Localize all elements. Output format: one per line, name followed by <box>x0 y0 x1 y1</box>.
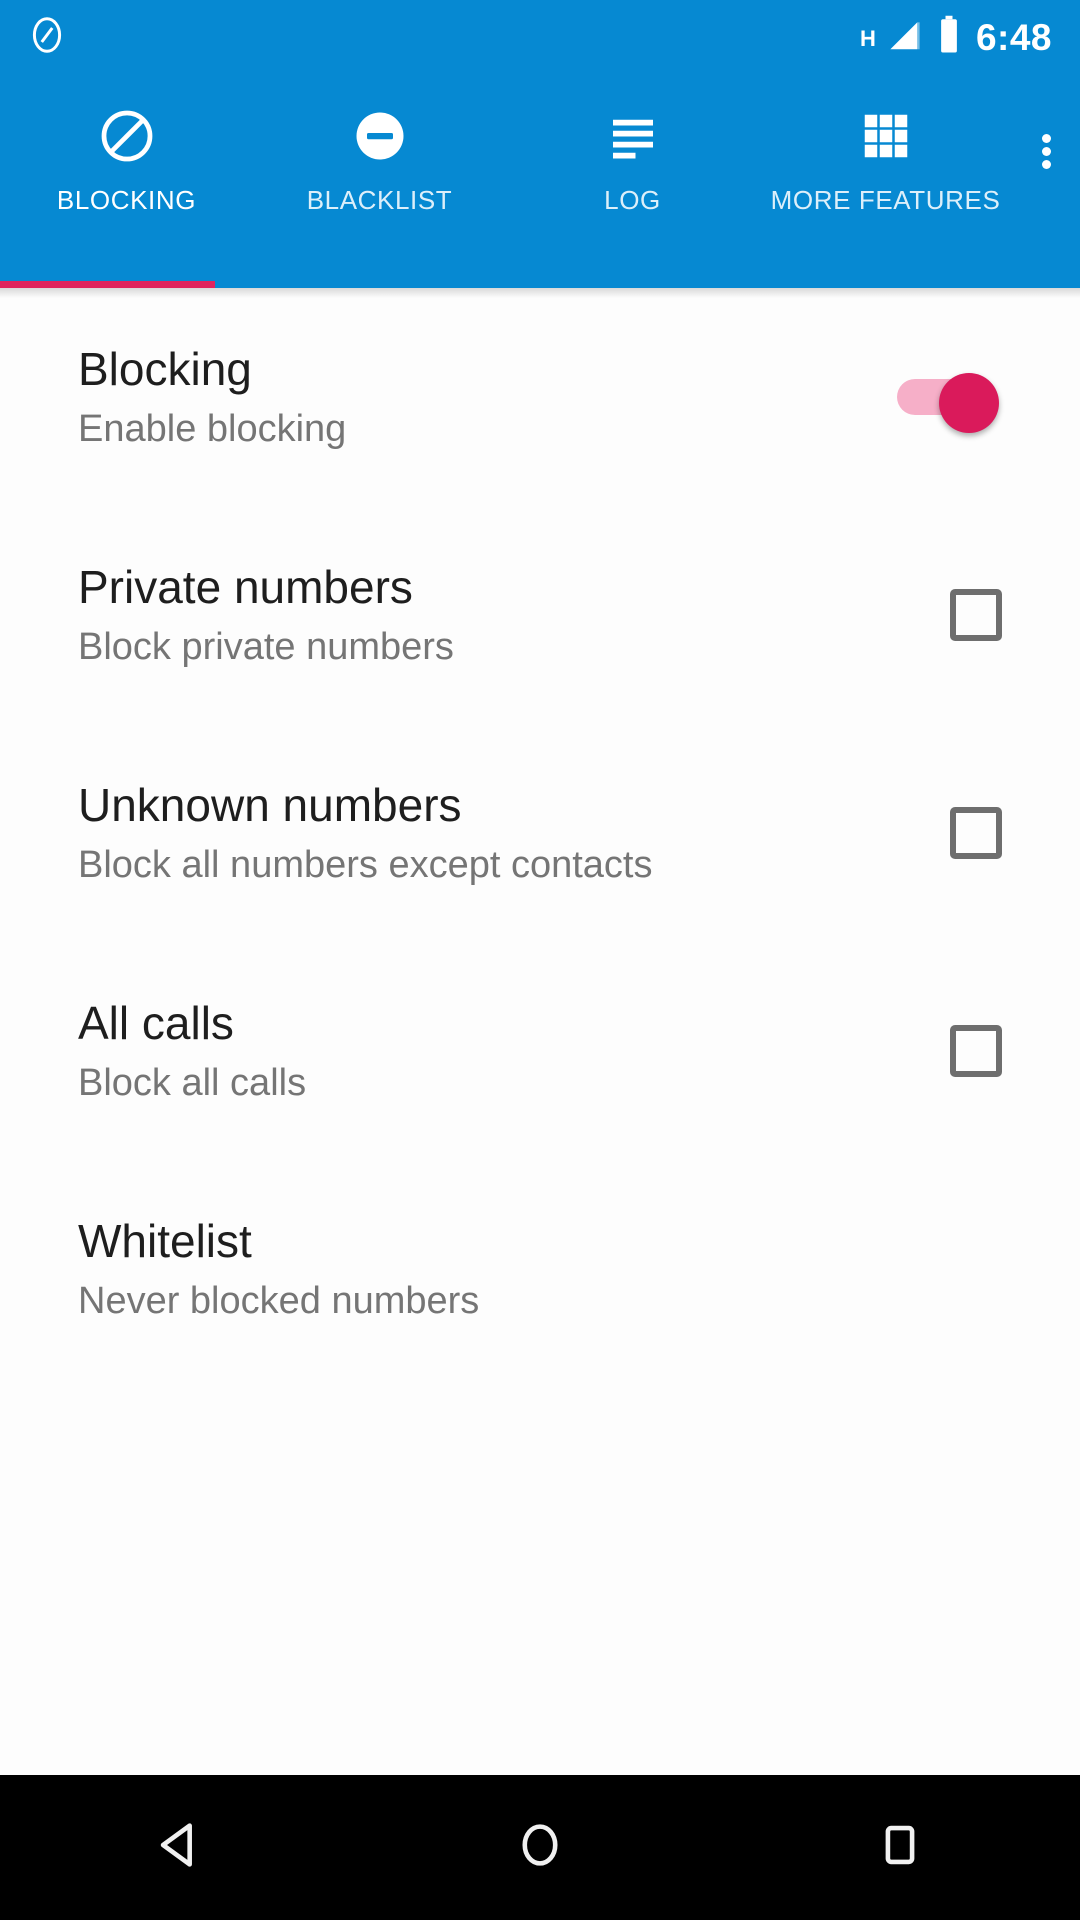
minus-circle-icon <box>350 103 410 169</box>
settings-row-subtitle: Enable blocking <box>78 407 347 450</box>
tab-label-blacklist: BLACKLIST <box>306 185 453 215</box>
overflow-dot <box>1041 147 1051 156</box>
tab-bar: BLOCKING BLACKLIST LOG MORE FEATURES <box>0 75 1080 288</box>
tab-label-more-features: MORE FEATURES <box>770 185 1001 215</box>
settings-row-control <box>950 1025 1002 1077</box>
switch-thumb <box>939 373 999 433</box>
overflow-dot <box>1041 160 1051 169</box>
settings-row-text: Whitelist Never blocked numbers <box>78 1215 978 1324</box>
settings-row-blocking[interactable]: Blocking Enable blocking <box>0 288 1080 506</box>
all-calls-checkbox[interactable] <box>950 1025 1002 1077</box>
network-type-label: H <box>860 26 876 51</box>
settings-row-private-numbers[interactable]: Private numbers Block private numbers <box>0 506 1080 724</box>
settings-row-text: Private numbers Block private numbers <box>78 561 926 670</box>
grid-apps-icon <box>856 103 916 169</box>
settings-row-subtitle: Never blocked numbers <box>78 1279 480 1322</box>
system-navigation-bar <box>0 1775 1080 1920</box>
settings-row-all-calls[interactable]: All calls Block all calls <box>0 942 1080 1160</box>
settings-row-unknown-numbers[interactable]: Unknown numbers Block all numbers except… <box>0 724 1080 942</box>
tab-blacklist[interactable]: BLACKLIST <box>253 75 506 288</box>
tab-active-indicator <box>0 281 215 288</box>
signal-bars-icon <box>884 15 922 60</box>
unknown-numbers-checkbox[interactable] <box>950 807 1002 859</box>
nav-recents-button[interactable] <box>720 1816 1080 1879</box>
home-circle-icon <box>511 1816 569 1879</box>
settings-row-title: All calls <box>78 996 234 1049</box>
tab-list: BLOCKING BLACKLIST LOG MORE FEATURES <box>0 75 1012 288</box>
settings-list: Blocking Enable blocking Private numbers… <box>0 288 1080 1775</box>
tab-more-features[interactable]: MORE FEATURES <box>759 75 1012 288</box>
circle-slash-icon <box>97 103 157 169</box>
battery-full-icon <box>936 14 962 61</box>
blocking-toggle-switch[interactable] <box>897 373 1002 433</box>
settings-row-control <box>897 373 1002 433</box>
settings-row-whitelist[interactable]: Whitelist Never blocked numbers <box>0 1160 1080 1378</box>
recents-square-icon <box>871 1816 929 1879</box>
settings-row-subtitle: Block private numbers <box>78 625 454 668</box>
settings-row-title: Private numbers <box>78 560 413 613</box>
settings-row-title: Unknown numbers <box>78 778 462 831</box>
settings-row-title: Blocking <box>78 342 252 395</box>
nav-home-button[interactable] <box>360 1816 720 1879</box>
overflow-dot <box>1041 134 1051 143</box>
settings-row-subtitle: Block all numbers except contacts <box>78 843 653 886</box>
tab-label-blocking: BLOCKING <box>56 185 197 215</box>
tab-log[interactable]: LOG <box>506 75 759 288</box>
back-triangle-icon <box>151 1816 209 1879</box>
status-bar-notifications <box>26 14 68 61</box>
settings-row-text: Blocking Enable blocking <box>78 343 873 452</box>
private-numbers-checkbox[interactable] <box>950 589 1002 641</box>
status-bar-indicators: H 6:48 <box>860 14 1052 61</box>
tab-blocking[interactable]: BLOCKING <box>0 75 253 288</box>
status-bar-clock: 6:48 <box>975 17 1052 58</box>
blocking-circle-slash-icon <box>26 14 68 61</box>
nav-back-button[interactable] <box>0 1816 360 1879</box>
settings-row-control <box>950 589 1002 641</box>
settings-row-subtitle: Block all calls <box>78 1061 307 1104</box>
app-root: H 6:48 BLOCKING BLACKLIST LOG MORE FEATU… <box>0 0 1080 1920</box>
settings-row-title: Whitelist <box>78 1214 252 1267</box>
settings-row-control <box>950 807 1002 859</box>
tab-label-log: LOG <box>604 185 661 215</box>
status-bar: H 6:48 <box>0 0 1080 75</box>
settings-row-text: Unknown numbers Block all numbers except… <box>78 779 926 888</box>
list-lines-icon <box>603 103 663 169</box>
overflow-menu-icon[interactable] <box>1012 75 1080 288</box>
settings-row-text: All calls Block all calls <box>78 997 926 1106</box>
